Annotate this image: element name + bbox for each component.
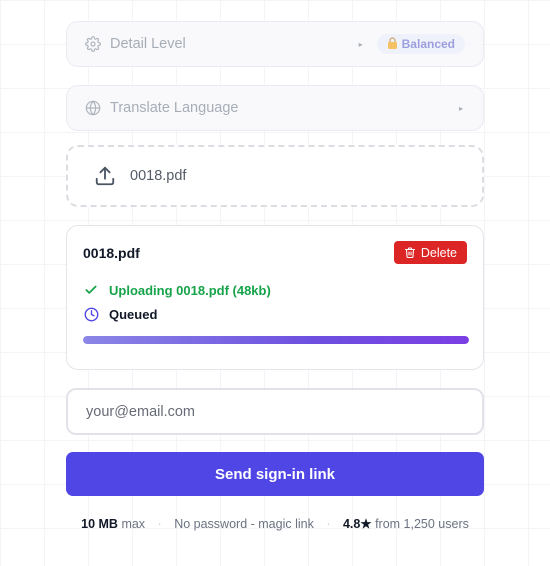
- file-dropzone[interactable]: 0018.pdf: [66, 145, 484, 207]
- check-icon: [83, 282, 99, 298]
- globe-icon: [85, 100, 101, 116]
- uploading-status: Uploading 0018.pdf (48kb): [83, 282, 271, 298]
- queued-status: Queued: [83, 306, 157, 322]
- gear-icon: [85, 36, 101, 52]
- password-note: No password - magic link: [174, 517, 314, 531]
- lock-icon: [387, 36, 398, 52]
- rating-suffix: from 1,250 users: [375, 517, 469, 531]
- file-card: 0018.pdf Delete Uploading 0018.pdf (48kb…: [66, 225, 484, 370]
- footer-info: 10 MB max · No password - magic link · 4…: [0, 516, 550, 531]
- translate-language-select[interactable]: Translate Language ▸: [66, 85, 484, 131]
- email-input[interactable]: [66, 388, 484, 435]
- separator-dot: ·: [157, 517, 162, 531]
- max-size-suffix: max: [121, 517, 146, 531]
- queued-text: Queued: [109, 306, 158, 322]
- max-size-value: 10 MB: [81, 517, 118, 531]
- translate-language-label: Translate Language: [110, 100, 239, 116]
- file-card-title: 0018.pdf: [83, 245, 140, 261]
- balanced-badge-label: Balanced: [401, 37, 455, 51]
- detail-level-label: Detail Level: [110, 36, 186, 52]
- clock-icon: [83, 306, 99, 322]
- detail-level-select[interactable]: Detail Level ▸ Balanced: [66, 21, 484, 67]
- trash-icon: [404, 246, 416, 259]
- separator-dot: ·: [326, 517, 331, 531]
- send-sign-in-link-button[interactable]: Send sign-in link: [66, 452, 484, 496]
- delete-button[interactable]: Delete: [393, 241, 467, 264]
- upload-icon: [94, 165, 116, 187]
- dropzone-filename: 0018.pdf: [130, 168, 187, 184]
- balanced-badge: Balanced: [376, 34, 465, 54]
- rating-value: 4.8★: [342, 517, 372, 531]
- delete-button-label: Delete: [420, 245, 457, 260]
- upload-progress-fill: [83, 336, 469, 344]
- caret-right-icon: ▸: [358, 39, 363, 49]
- upload-progress-bar: [83, 336, 469, 344]
- uploading-text: Uploading 0018.pdf (48kb): [109, 282, 271, 298]
- caret-right-icon: ▸: [458, 103, 463, 113]
